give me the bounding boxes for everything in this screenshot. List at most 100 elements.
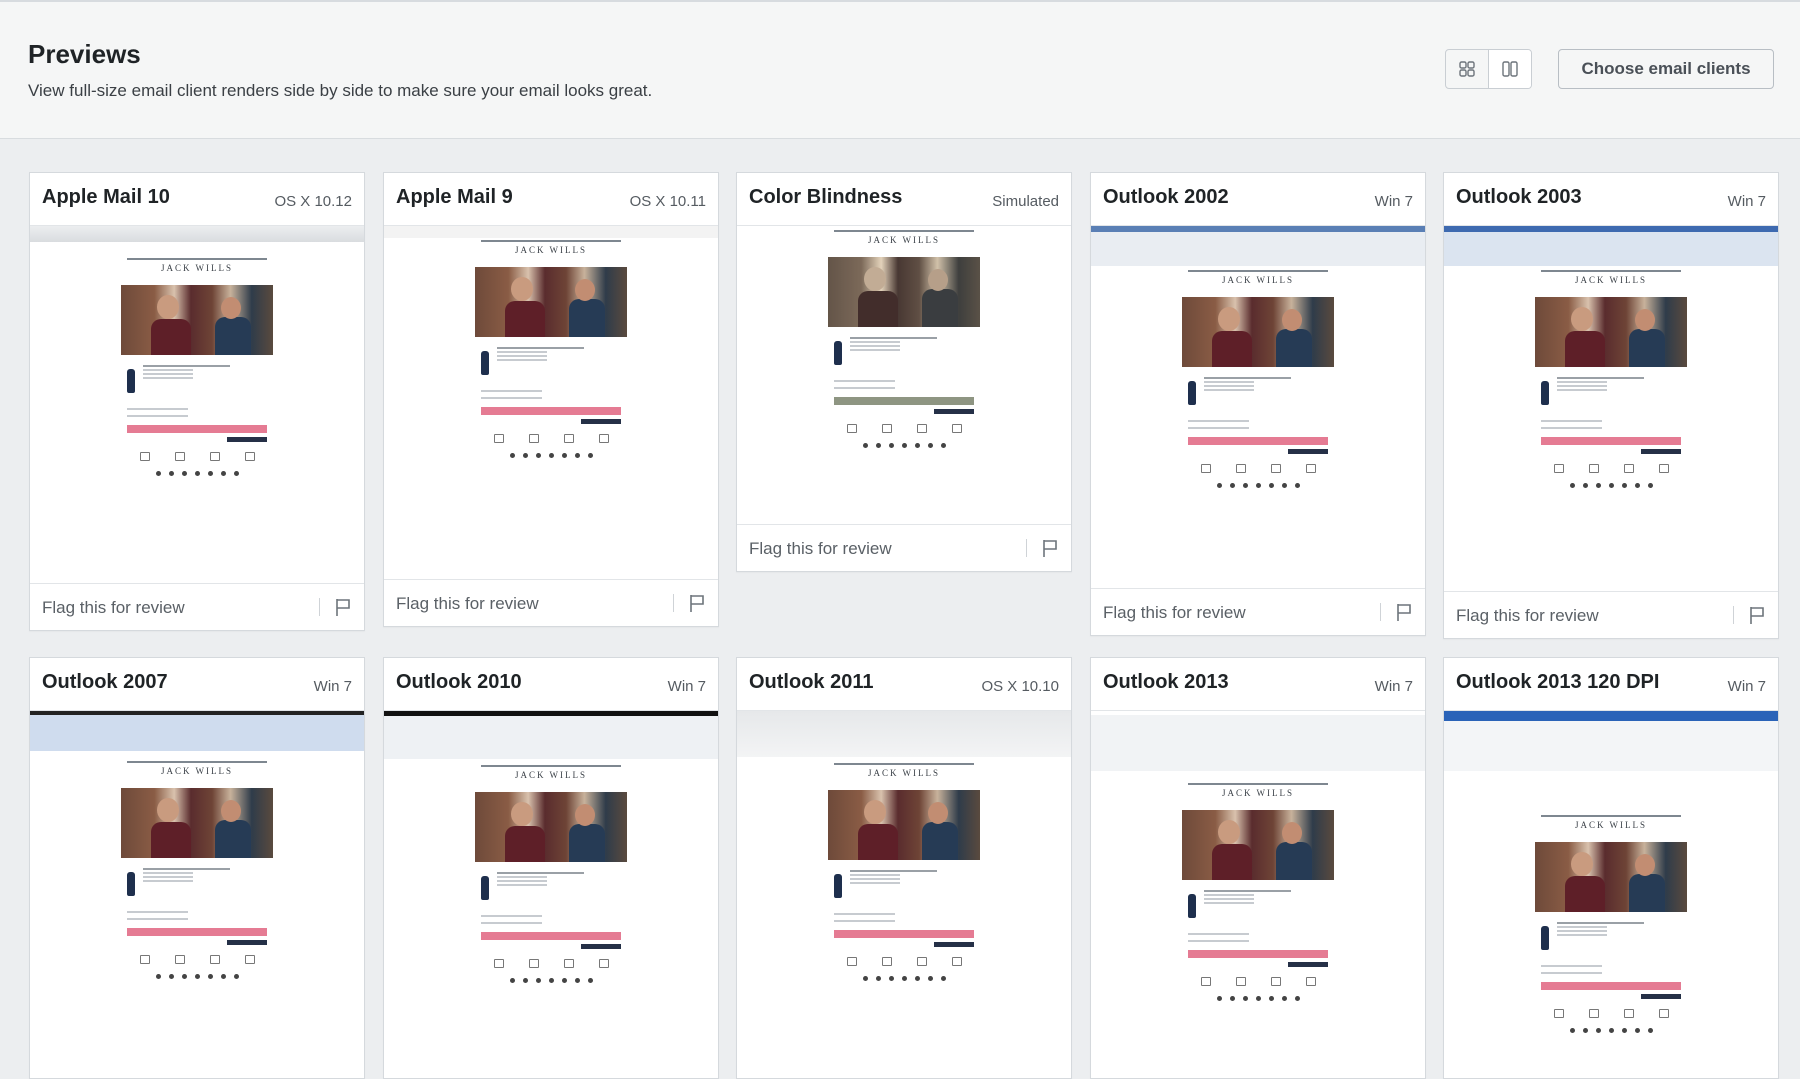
- flag-icon[interactable]: [334, 597, 352, 617]
- client-toolbar: [1444, 226, 1778, 266]
- email-content: JACK WILLS: [828, 230, 980, 448]
- email-render-preview[interactable]: JACK WILLS: [384, 711, 718, 1078]
- divider: [673, 594, 674, 612]
- email-nav: [828, 247, 980, 253]
- email-render-preview[interactable]: JACK WILLS: [737, 711, 1071, 1078]
- page-title: Previews: [28, 39, 141, 69]
- email-product-row: [475, 862, 627, 910]
- email-nav: [1535, 832, 1687, 838]
- bottle-image: [127, 872, 135, 896]
- email-brand-name: JACK WILLS: [867, 235, 941, 245]
- email-brand-rule: [1541, 270, 1681, 272]
- email-content: JACK WILLS: [1182, 783, 1334, 1001]
- bottle-image: [834, 341, 842, 365]
- email-content: JACK WILLS: [475, 240, 627, 458]
- email-product-row: [121, 858, 273, 906]
- email-hero-image: [1182, 297, 1334, 367]
- email-render-preview[interactable]: JACK WILLS: [1091, 711, 1425, 1078]
- email-content: JACK WILLS: [1535, 270, 1687, 488]
- email-content: JACK WILLS: [1182, 270, 1334, 488]
- flag-icon[interactable]: [1748, 605, 1766, 625]
- email-brand-rule: [834, 230, 974, 232]
- client-os: Win 7: [313, 678, 352, 695]
- email-feature-icons: [1535, 454, 1687, 473]
- email-cta-bar: [127, 425, 267, 433]
- grid-view-button[interactable]: [1446, 50, 1488, 88]
- flag-for-review-link[interactable]: Flag this for review: [749, 539, 892, 559]
- preview-card: Color Blindness Simulated JACK WILLS Fla…: [736, 172, 1072, 572]
- email-render-preview[interactable]: JACK WILLS: [1444, 226, 1778, 584]
- email-social-icons: [475, 443, 627, 458]
- email-render-preview[interactable]: JACK WILLS: [30, 226, 364, 576]
- email-product-row: [828, 860, 980, 908]
- email-brand-rule: [1188, 783, 1328, 785]
- email-product-row: [1182, 367, 1334, 415]
- email-render-preview[interactable]: JACK WILLS: [1444, 711, 1778, 1078]
- email-content: JACK WILLS: [475, 765, 627, 983]
- email-nav: [1182, 800, 1334, 806]
- preview-card: Apple Mail 9 OS X 10.11 JACK WILLS Flag …: [383, 172, 719, 627]
- email-brand-rule: [834, 763, 974, 765]
- email-render-preview[interactable]: JACK WILLS: [1091, 226, 1425, 581]
- preview-card: Outlook 2011 OS X 10.10 JACK WILLS: [736, 657, 1072, 1079]
- card-header: Outlook 2013 120 DPI Win 7: [1444, 658, 1778, 711]
- client-name: Color Blindness: [749, 186, 903, 208]
- choose-email-clients-button[interactable]: Choose email clients: [1558, 49, 1774, 89]
- email-brand-name: JACK WILLS: [1574, 820, 1648, 830]
- email-cta-bar: [1188, 950, 1328, 958]
- email-brand-rule: [481, 765, 621, 767]
- flag-for-review-link[interactable]: Flag this for review: [1456, 606, 1599, 626]
- email-nav: [121, 275, 273, 281]
- email-render-preview[interactable]: JACK WILLS: [30, 711, 364, 1078]
- email-content: JACK WILLS: [1535, 815, 1687, 1033]
- email-hero-image: [828, 790, 980, 860]
- email-brand-name: JACK WILLS: [160, 766, 234, 776]
- client-toolbar: [384, 226, 718, 238]
- card-header: Apple Mail 10 OS X 10.12: [30, 173, 364, 226]
- email-render-preview[interactable]: JACK WILLS: [384, 226, 718, 572]
- email-brand-name: JACK WILLS: [1221, 275, 1295, 285]
- email-social-icons: [828, 433, 980, 448]
- card-header: Outlook 2002 Win 7: [1091, 173, 1425, 226]
- flag-for-review-link[interactable]: Flag this for review: [396, 594, 539, 614]
- email-social-icons: [1535, 473, 1687, 488]
- flag-icon[interactable]: [688, 593, 706, 613]
- email-feature-icons: [1182, 967, 1334, 986]
- divider: [1733, 606, 1734, 624]
- email-cta-bar: [1541, 437, 1681, 445]
- email-content: JACK WILLS: [121, 761, 273, 979]
- email-brand-rule: [1541, 815, 1681, 817]
- email-product-row: [475, 337, 627, 385]
- card-header: Color Blindness Simulated: [737, 173, 1071, 226]
- email-feature-icons: [1535, 999, 1687, 1018]
- client-os: OS X 10.10: [981, 678, 1059, 695]
- email-brand-name: JACK WILLS: [514, 770, 588, 780]
- card-header: Outlook 2010 Win 7: [384, 658, 718, 711]
- email-brand-rule: [127, 761, 267, 763]
- email-social-icons: [475, 968, 627, 983]
- flag-for-review-link[interactable]: Flag this for review: [42, 598, 185, 618]
- divider: [1026, 539, 1027, 557]
- flag-for-review-link[interactable]: Flag this for review: [1103, 603, 1246, 623]
- bottle-image: [1541, 381, 1549, 405]
- email-social-icons: [1182, 986, 1334, 1001]
- email-brand-name: JACK WILLS: [1221, 788, 1295, 798]
- flag-icon[interactable]: [1041, 538, 1059, 558]
- email-social-icons: [121, 461, 273, 476]
- email-social-icons: [828, 966, 980, 981]
- email-nav: [1535, 287, 1687, 293]
- columns-view-button[interactable]: [1488, 50, 1531, 88]
- divider: [1380, 603, 1381, 621]
- email-hero-image: [475, 267, 627, 337]
- email-render-preview[interactable]: JACK WILLS: [737, 226, 1071, 517]
- email-cta-bar: [1541, 982, 1681, 990]
- client-os: Win 7: [667, 678, 706, 695]
- card-footer: Flag this for review: [1444, 591, 1778, 638]
- flag-icon[interactable]: [1395, 602, 1413, 622]
- email-hero-image: [121, 788, 273, 858]
- email-product-row: [121, 355, 273, 403]
- email-nav: [475, 257, 627, 263]
- client-os: Win 7: [1374, 678, 1413, 695]
- bottle-image: [1188, 894, 1196, 918]
- view-mode-toggle: [1445, 49, 1532, 89]
